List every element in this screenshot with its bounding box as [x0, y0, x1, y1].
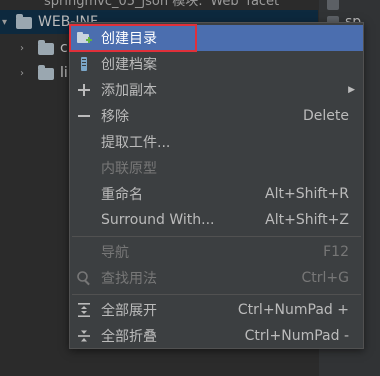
tree-row-label: c	[60, 40, 68, 56]
menu-item-shortcut: Ctrl+NumPad -	[244, 328, 349, 344]
menu-item-shortcut: Alt+Shift+R	[265, 186, 349, 202]
menu-item-surround-with[interactable]: Surround With... Alt+Shift+Z	[70, 207, 363, 233]
plus-icon	[76, 82, 92, 98]
menu-item-label: 创建档案	[101, 57, 157, 73]
menu-separator	[72, 236, 361, 237]
module-path-row: springmvc_05_json 模块: 'Web' facet	[0, 0, 318, 9]
menu-item-shortcut: Ctrl+NumPad +	[237, 302, 349, 318]
expand-arrow-icon[interactable]: ▾	[2, 17, 7, 28]
menu-item-create-archive[interactable]: 创建档案	[70, 51, 363, 77]
collapse-all-icon	[76, 328, 92, 344]
menu-item-inline-artifact: 内联原型	[70, 155, 363, 181]
menu-item-label: 查找用法	[101, 271, 157, 287]
menu-item-remove[interactable]: 移除 Delete	[70, 103, 363, 129]
menu-item-label: 添加副本	[101, 83, 157, 99]
tree-row-label: li	[60, 65, 68, 81]
menu-item-label: 移除	[101, 109, 129, 125]
menu-item-shortcut: Delete	[303, 108, 349, 124]
menu-item-label: Surround With...	[101, 212, 215, 228]
menu-item-label: 重命名	[101, 187, 143, 203]
collapsed-arrow-icon[interactable]: ›	[20, 68, 24, 79]
menu-item-label: 全部展开	[101, 303, 157, 319]
menu-item-navigate: 导航 F12	[70, 239, 363, 265]
search-icon	[76, 270, 92, 286]
menu-item-label: 内联原型	[101, 161, 157, 177]
menu-item-shortcut: Alt+Shift+Z	[265, 212, 349, 228]
annotation-highlight-box	[69, 24, 197, 52]
submenu-arrow-icon: ▶	[348, 85, 355, 95]
module-path-text: springmvc_05_json 模块: 'Web' facet	[44, 0, 280, 9]
expand-all-icon	[76, 302, 92, 318]
context-menu: 创建目录 创建档案 添加副本 ▶ 移除 Delete 提取工件... 内联原型 …	[69, 22, 364, 349]
menu-item-label: 全部折叠	[101, 329, 157, 345]
menu-item-expand-all[interactable]: 全部展开 Ctrl+NumPad +	[70, 297, 363, 323]
folder-icon	[16, 14, 32, 29]
menu-item-create-directory[interactable]: 创建目录	[69, 24, 363, 52]
menu-item-shortcut: Ctrl+G	[301, 270, 350, 286]
menu-item-shortcut: F12	[323, 244, 349, 260]
folder-icon	[38, 40, 54, 55]
module-icon	[327, 0, 339, 10]
archive-icon	[76, 56, 92, 72]
menu-item-rename[interactable]: 重命名 Alt+Shift+R	[70, 181, 363, 207]
menu-item-extract-artifact[interactable]: 提取工件...	[70, 129, 363, 155]
menu-separator	[72, 294, 361, 295]
minus-icon	[76, 108, 92, 124]
menu-item-collapse-all[interactable]: 全部折叠 Ctrl+NumPad -	[70, 323, 363, 349]
menu-item-find-usages: 查找用法 Ctrl+G	[70, 265, 363, 291]
menu-item-label: 提取工件...	[101, 135, 171, 151]
menu-item-add-copy[interactable]: 添加副本 ▶	[70, 77, 363, 103]
menu-item-label: 导航	[101, 245, 129, 261]
folder-icon	[38, 65, 54, 80]
collapsed-arrow-icon[interactable]: ›	[20, 43, 24, 54]
